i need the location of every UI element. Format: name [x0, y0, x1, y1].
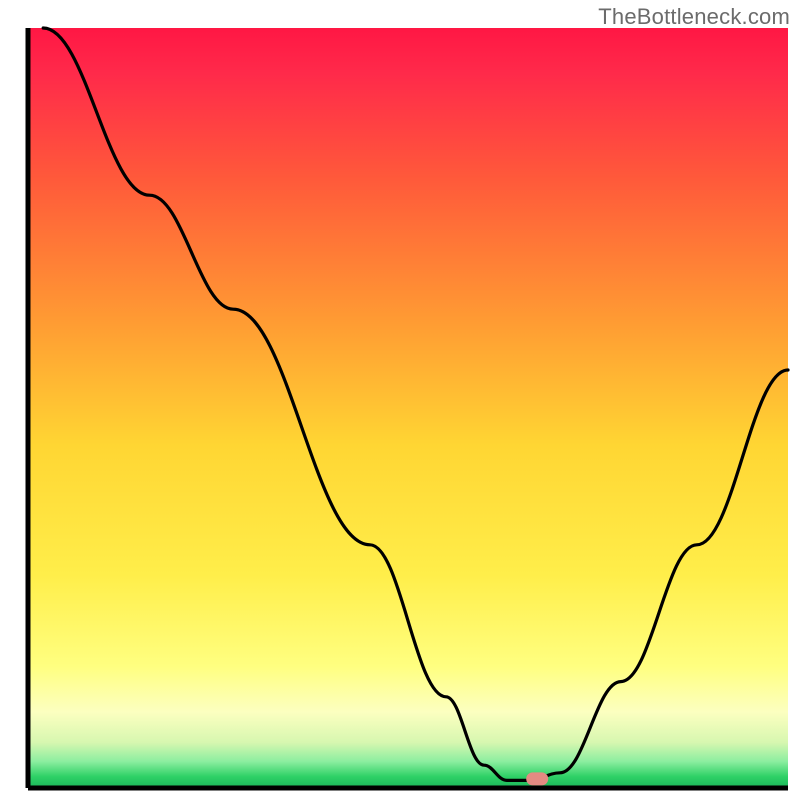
chart-container: TheBottleneck.com	[0, 0, 800, 800]
bottleneck-chart	[0, 0, 800, 800]
chart-background	[28, 28, 788, 788]
current-marker	[526, 772, 548, 785]
watermark-text: TheBottleneck.com	[598, 4, 790, 30]
